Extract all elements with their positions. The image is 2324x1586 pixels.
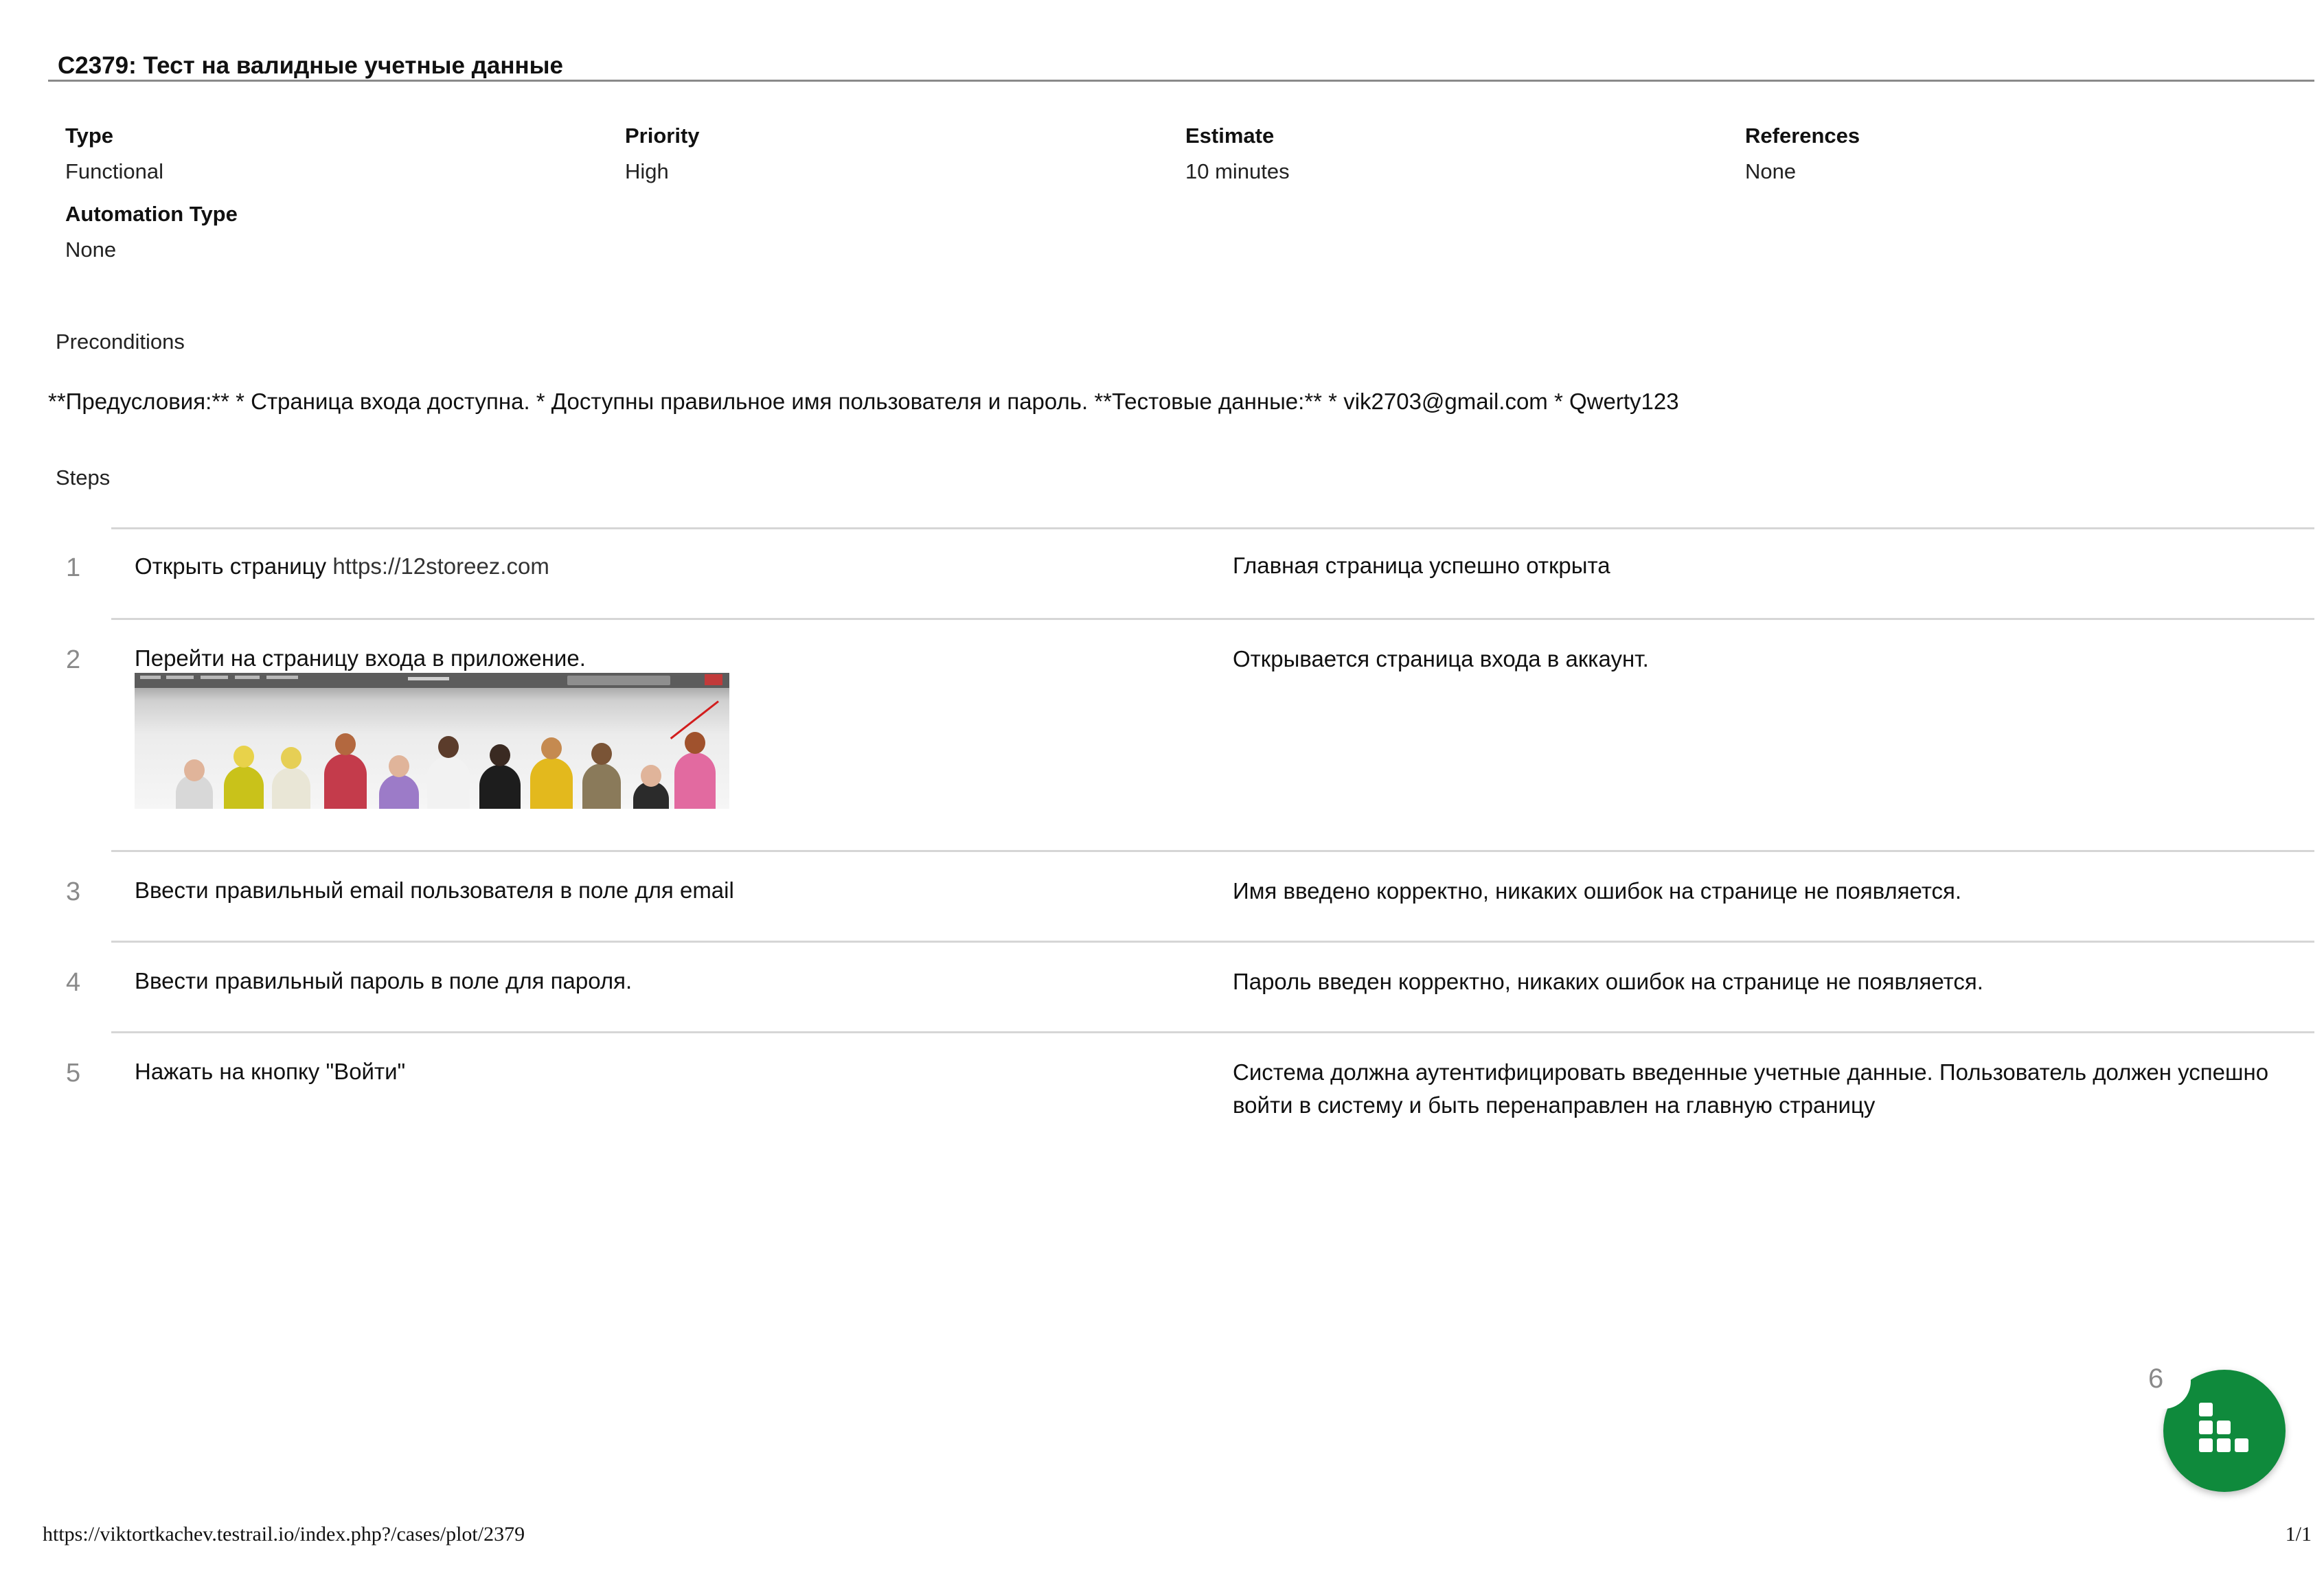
widget-badge-count: 6 [2148, 1364, 2164, 1394]
field-value: High [625, 159, 669, 183]
screenshot-image[interactable] [135, 673, 729, 809]
step-number: 1 [66, 553, 81, 582]
field-label: Priority [625, 124, 700, 148]
step-expected: Главная страница успешно открыта [1233, 553, 1610, 578]
step-number: 3 [66, 877, 81, 906]
step-divider [111, 941, 2314, 943]
screenshot-account-highlight [705, 674, 722, 685]
step-expected: Пароль введен корректно, никаких ошибок … [1233, 969, 1983, 994]
title-divider [48, 80, 2314, 82]
page-title: C2379: Тест на валидные учетные данные [58, 52, 563, 79]
print-page: C2379: Тест на валидные учетные данные T… [0, 0, 2324, 1586]
step-expected: Имя введено корректно, никаких ошибок на… [1233, 878, 1962, 904]
grid-dot [2217, 1438, 2231, 1452]
step-divider [111, 618, 2314, 620]
step-divider [111, 850, 2314, 852]
step-action: Ввести правильный email пользователя в п… [135, 877, 734, 903]
widget-badge: 6 [2136, 1354, 2191, 1409]
step-action: Ввести правильный пароль в поле для паро… [135, 968, 633, 993]
step-action: Открыть страницу https://12storeez.com [135, 553, 549, 579]
field-value: None [65, 238, 117, 262]
field-label: Automation Type [65, 202, 238, 226]
step-expected: Система должна аутентифицировать введенн… [1233, 1059, 2269, 1118]
grid-dot [2199, 1438, 2213, 1452]
field-references: References None [1745, 124, 1860, 184]
grid-dots-icon [2199, 1403, 2213, 1416]
preconditions-text: **Предусловия:** * Страница входа доступ… [48, 389, 1679, 414]
footer-page-number: 1/1 [2285, 1523, 2312, 1545]
step-number: 5 [66, 1059, 81, 1088]
field-label: References [1745, 124, 1860, 148]
field-estimate: Estimate 10 minutes [1185, 124, 1290, 184]
field-type: Type Functional [65, 124, 163, 184]
field-priority: Priority High [625, 124, 700, 184]
screenshot-search [567, 676, 670, 685]
step-action: Перейти на страницу входа в приложение. [135, 645, 586, 671]
step-number: 2 [66, 645, 81, 674]
field-label: Type [65, 124, 114, 148]
step-number: 4 [66, 968, 81, 997]
step-action-link[interactable]: https://12storeez.com [332, 553, 549, 579]
grid-dot [2217, 1421, 2231, 1434]
screenshot-people [162, 732, 716, 809]
step-expected: Открывается страница входа в аккаунт. [1233, 646, 1649, 671]
grid-dot [2235, 1438, 2248, 1452]
footer-url: https://viktortkachev.testrail.io/index.… [43, 1523, 525, 1545]
field-value: Functional [65, 159, 164, 183]
field-automation-type: Automation Type None [65, 202, 238, 262]
steps-heading: Steps [56, 466, 111, 490]
step-action: Нажать на кнопку "Войти" [135, 1059, 406, 1084]
preconditions-heading: Preconditions [56, 330, 185, 354]
grid-dot [2199, 1421, 2213, 1434]
step-action-text: Открыть страницу [135, 553, 333, 579]
field-value: None [1745, 159, 1797, 183]
field-label: Estimate [1185, 124, 1275, 148]
field-value: 10 minutes [1185, 159, 1290, 183]
step-divider [111, 1031, 2314, 1033]
step-divider [111, 527, 2314, 529]
